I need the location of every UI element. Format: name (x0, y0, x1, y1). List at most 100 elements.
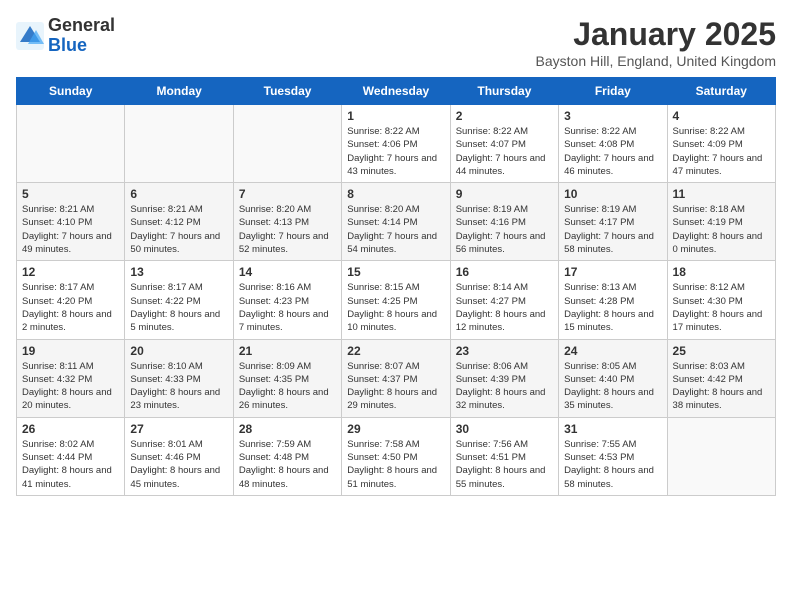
day-number: 30 (456, 422, 553, 436)
day-cell: 11 Sunrise: 8:18 AMSunset: 4:19 PMDaylig… (667, 183, 775, 261)
day-number: 26 (22, 422, 119, 436)
day-cell: 9 Sunrise: 8:19 AMSunset: 4:16 PMDayligh… (450, 183, 558, 261)
day-info: Sunrise: 8:20 AMSunset: 4:13 PMDaylight:… (239, 203, 336, 256)
day-number: 29 (347, 422, 444, 436)
day-number: 22 (347, 344, 444, 358)
day-info: Sunrise: 8:17 AMSunset: 4:20 PMDaylight:… (22, 281, 119, 334)
day-cell: 25 Sunrise: 8:03 AMSunset: 4:42 PMDaylig… (667, 339, 775, 417)
day-number: 3 (564, 109, 661, 123)
day-cell: 5 Sunrise: 8:21 AMSunset: 4:10 PMDayligh… (17, 183, 125, 261)
day-number: 21 (239, 344, 336, 358)
day-info: Sunrise: 8:01 AMSunset: 4:46 PMDaylight:… (130, 438, 227, 491)
day-info: Sunrise: 7:56 AMSunset: 4:51 PMDaylight:… (456, 438, 553, 491)
day-cell: 20 Sunrise: 8:10 AMSunset: 4:33 PMDaylig… (125, 339, 233, 417)
day-cell: 15 Sunrise: 8:15 AMSunset: 4:25 PMDaylig… (342, 261, 450, 339)
day-cell: 6 Sunrise: 8:21 AMSunset: 4:12 PMDayligh… (125, 183, 233, 261)
day-cell: 7 Sunrise: 8:20 AMSunset: 4:13 PMDayligh… (233, 183, 341, 261)
day-cell: 3 Sunrise: 8:22 AMSunset: 4:08 PMDayligh… (559, 105, 667, 183)
day-info: Sunrise: 8:15 AMSunset: 4:25 PMDaylight:… (347, 281, 444, 334)
day-cell (233, 105, 341, 183)
day-number: 2 (456, 109, 553, 123)
day-number: 8 (347, 187, 444, 201)
week-row-4: 19 Sunrise: 8:11 AMSunset: 4:32 PMDaylig… (17, 339, 776, 417)
logo-text: General Blue (48, 16, 115, 56)
location: Bayston Hill, England, United Kingdom (536, 53, 776, 69)
day-info: Sunrise: 8:20 AMSunset: 4:14 PMDaylight:… (347, 203, 444, 256)
weekday-header-friday: Friday (559, 78, 667, 105)
title-section: January 2025 Bayston Hill, England, Unit… (536, 16, 776, 69)
day-number: 27 (130, 422, 227, 436)
day-cell: 18 Sunrise: 8:12 AMSunset: 4:30 PMDaylig… (667, 261, 775, 339)
day-info: Sunrise: 8:21 AMSunset: 4:12 PMDaylight:… (130, 203, 227, 256)
logo-blue: Blue (48, 35, 87, 55)
day-info: Sunrise: 8:19 AMSunset: 4:16 PMDaylight:… (456, 203, 553, 256)
day-info: Sunrise: 8:10 AMSunset: 4:33 PMDaylight:… (130, 360, 227, 413)
weekday-header-tuesday: Tuesday (233, 78, 341, 105)
day-cell: 22 Sunrise: 8:07 AMSunset: 4:37 PMDaylig… (342, 339, 450, 417)
day-number: 31 (564, 422, 661, 436)
day-info: Sunrise: 8:06 AMSunset: 4:39 PMDaylight:… (456, 360, 553, 413)
day-number: 25 (673, 344, 770, 358)
day-info: Sunrise: 8:09 AMSunset: 4:35 PMDaylight:… (239, 360, 336, 413)
day-cell: 10 Sunrise: 8:19 AMSunset: 4:17 PMDaylig… (559, 183, 667, 261)
day-info: Sunrise: 8:18 AMSunset: 4:19 PMDaylight:… (673, 203, 770, 256)
day-cell: 24 Sunrise: 8:05 AMSunset: 4:40 PMDaylig… (559, 339, 667, 417)
day-cell: 23 Sunrise: 8:06 AMSunset: 4:39 PMDaylig… (450, 339, 558, 417)
day-cell: 14 Sunrise: 8:16 AMSunset: 4:23 PMDaylig… (233, 261, 341, 339)
week-row-2: 5 Sunrise: 8:21 AMSunset: 4:10 PMDayligh… (17, 183, 776, 261)
day-number: 9 (456, 187, 553, 201)
month-title: January 2025 (536, 16, 776, 53)
day-info: Sunrise: 8:14 AMSunset: 4:27 PMDaylight:… (456, 281, 553, 334)
day-cell: 27 Sunrise: 8:01 AMSunset: 4:46 PMDaylig… (125, 417, 233, 495)
logo-general: General (48, 15, 115, 35)
day-cell: 31 Sunrise: 7:55 AMSunset: 4:53 PMDaylig… (559, 417, 667, 495)
weekday-header-wednesday: Wednesday (342, 78, 450, 105)
logo: General Blue (16, 16, 115, 56)
logo-icon (16, 22, 44, 50)
day-info: Sunrise: 8:02 AMSunset: 4:44 PMDaylight:… (22, 438, 119, 491)
day-cell (667, 417, 775, 495)
weekday-header-row: SundayMondayTuesdayWednesdayThursdayFrid… (17, 78, 776, 105)
day-cell: 1 Sunrise: 8:22 AMSunset: 4:06 PMDayligh… (342, 105, 450, 183)
day-number: 20 (130, 344, 227, 358)
weekday-header-saturday: Saturday (667, 78, 775, 105)
day-info: Sunrise: 8:22 AMSunset: 4:08 PMDaylight:… (564, 125, 661, 178)
weekday-header-monday: Monday (125, 78, 233, 105)
day-cell: 13 Sunrise: 8:17 AMSunset: 4:22 PMDaylig… (125, 261, 233, 339)
day-cell: 28 Sunrise: 7:59 AMSunset: 4:48 PMDaylig… (233, 417, 341, 495)
day-info: Sunrise: 8:22 AMSunset: 4:09 PMDaylight:… (673, 125, 770, 178)
day-number: 14 (239, 265, 336, 279)
day-info: Sunrise: 8:13 AMSunset: 4:28 PMDaylight:… (564, 281, 661, 334)
day-cell: 29 Sunrise: 7:58 AMSunset: 4:50 PMDaylig… (342, 417, 450, 495)
day-cell: 26 Sunrise: 8:02 AMSunset: 4:44 PMDaylig… (17, 417, 125, 495)
day-number: 23 (456, 344, 553, 358)
day-cell: 12 Sunrise: 8:17 AMSunset: 4:20 PMDaylig… (17, 261, 125, 339)
calendar: SundayMondayTuesdayWednesdayThursdayFrid… (16, 77, 776, 496)
day-cell: 19 Sunrise: 8:11 AMSunset: 4:32 PMDaylig… (17, 339, 125, 417)
header: General Blue January 2025 Bayston Hill, … (16, 16, 776, 69)
day-number: 5 (22, 187, 119, 201)
day-info: Sunrise: 8:05 AMSunset: 4:40 PMDaylight:… (564, 360, 661, 413)
weekday-header-thursday: Thursday (450, 78, 558, 105)
day-info: Sunrise: 8:03 AMSunset: 4:42 PMDaylight:… (673, 360, 770, 413)
day-info: Sunrise: 8:19 AMSunset: 4:17 PMDaylight:… (564, 203, 661, 256)
week-row-1: 1 Sunrise: 8:22 AMSunset: 4:06 PMDayligh… (17, 105, 776, 183)
day-info: Sunrise: 7:55 AMSunset: 4:53 PMDaylight:… (564, 438, 661, 491)
day-number: 13 (130, 265, 227, 279)
day-info: Sunrise: 8:21 AMSunset: 4:10 PMDaylight:… (22, 203, 119, 256)
day-number: 24 (564, 344, 661, 358)
day-number: 15 (347, 265, 444, 279)
day-cell (17, 105, 125, 183)
day-info: Sunrise: 7:59 AMSunset: 4:48 PMDaylight:… (239, 438, 336, 491)
day-number: 28 (239, 422, 336, 436)
day-number: 7 (239, 187, 336, 201)
day-number: 12 (22, 265, 119, 279)
day-number: 18 (673, 265, 770, 279)
day-number: 17 (564, 265, 661, 279)
day-info: Sunrise: 8:07 AMSunset: 4:37 PMDaylight:… (347, 360, 444, 413)
day-info: Sunrise: 8:11 AMSunset: 4:32 PMDaylight:… (22, 360, 119, 413)
day-info: Sunrise: 8:22 AMSunset: 4:06 PMDaylight:… (347, 125, 444, 178)
day-info: Sunrise: 8:22 AMSunset: 4:07 PMDaylight:… (456, 125, 553, 178)
day-cell: 2 Sunrise: 8:22 AMSunset: 4:07 PMDayligh… (450, 105, 558, 183)
week-row-5: 26 Sunrise: 8:02 AMSunset: 4:44 PMDaylig… (17, 417, 776, 495)
